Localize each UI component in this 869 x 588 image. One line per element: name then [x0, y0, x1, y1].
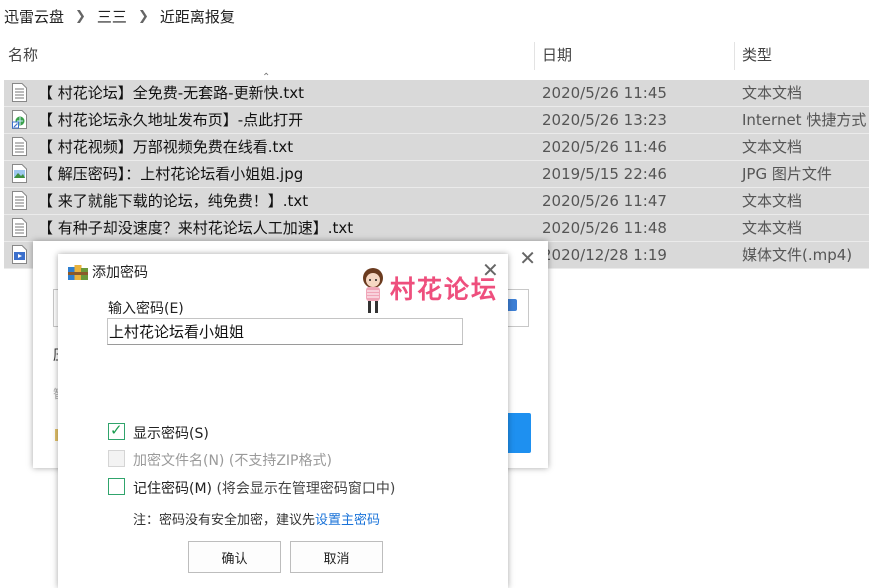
encrypt-filenames-label: 加密文件名(N) (不支持ZIP格式) — [133, 450, 332, 470]
remember-password-label[interactable]: 记住密码(M) (将会显示在管理密码窗口中) — [133, 478, 395, 498]
encrypt-filenames-text: 加密文件名(N) — [133, 453, 225, 469]
file-name: 【 解压密码】：上村花论坛看小姐姐.jpg — [38, 165, 304, 183]
file-type: Internet 快捷方式 — [742, 111, 867, 129]
security-note-text: 注：密码没有安全加密，建议先 — [133, 513, 316, 528]
chevron-right-icon: ❯ — [75, 8, 86, 24]
password-label: 输入密码(E) — [108, 301, 184, 317]
cancel-button[interactable]: 取消 — [290, 541, 383, 573]
text-file-icon — [12, 137, 27, 156]
text-file-icon — [12, 191, 27, 210]
show-password-checkbox[interactable]: ✓ — [108, 421, 125, 440]
file-date: 2020/5/26 13:23 — [542, 111, 667, 129]
set-master-password-link[interactable]: 设置主密码 — [315, 513, 380, 528]
column-divider[interactable] — [534, 42, 535, 70]
watermark-logo: 村花论坛 — [358, 266, 518, 322]
file-type: 文本文档 — [742, 192, 803, 210]
column-header: 名称 ⌃ 日期 类型 — [0, 38, 869, 83]
file-date: 2020/5/26 11:45 — [542, 84, 667, 102]
file-name: 【 村花论坛】全免费-无套路-更新快.txt — [38, 84, 305, 102]
breadcrumb-item-current[interactable]: 近距离报复 — [158, 6, 237, 27]
file-name: 【 村花论坛永久地址发布页】-点此打开 — [38, 111, 304, 129]
column-divider[interactable] — [734, 42, 735, 70]
dialog-title: 添加密码 — [92, 265, 148, 281]
file-date: 2020/5/26 11:48 — [542, 219, 667, 237]
file-type: 文本文档 — [742, 138, 803, 156]
file-type: 媒体文件(.mp4) — [742, 246, 853, 264]
file-date: 2019/5/15 22:46 — [542, 165, 667, 183]
file-name: 【 有种子却没速度？来村花论坛人工加速】.txt — [38, 219, 354, 237]
encrypt-filenames-checkbox — [108, 450, 125, 467]
show-password-label[interactable]: 显示密码(S) — [133, 423, 209, 443]
breadcrumb-item-folder[interactable]: 三三 — [95, 6, 129, 27]
file-row[interactable]: 【 解压密码】：上村花论坛看小姐姐.jpg 2019/5/15 22:46 JP… — [4, 161, 869, 188]
file-row[interactable]: 【 村花论坛】全免费-无套路-更新快.txt 2020/5/26 11:45 文… — [4, 80, 869, 107]
remember-password-checkbox[interactable] — [108, 478, 125, 495]
file-type: 文本文档 — [742, 84, 803, 102]
breadcrumb-item-cloud[interactable]: 迅雷云盘 — [2, 6, 66, 27]
security-note: 注：密码没有安全加密，建议先设置主密码 — [133, 509, 380, 528]
image-file-icon — [12, 164, 27, 183]
file-type: 文本文档 — [742, 219, 803, 237]
file-type: JPG 图片文件 — [742, 165, 832, 183]
password-input[interactable] — [107, 318, 463, 345]
file-row[interactable]: 【 有种子却没速度？来村花论坛人工加速】.txt 2020/5/26 11:48… — [4, 215, 869, 242]
video-file-icon — [12, 245, 27, 264]
file-row[interactable]: 【 村花视频】万部视频免费在线看.txt 2020/5/26 11:46 文本文… — [4, 134, 869, 161]
file-row[interactable]: 【 村花论坛永久地址发布页】-点此打开 2020/5/26 13:23 Inte… — [4, 107, 869, 134]
remember-password-note: (将会显示在管理密码窗口中) — [216, 481, 396, 497]
remember-password-text: 记住密码(M) — [133, 481, 213, 497]
text-file-icon — [12, 218, 27, 237]
file-row[interactable]: 【 来了就能下载的论坛，纯免费！】.txt 2020/5/26 11:47 文本… — [4, 188, 869, 215]
encrypt-filenames-note: (不支持ZIP格式) — [228, 453, 332, 469]
file-date: 2020/12/28 1:19 — [542, 246, 667, 264]
file-date: 2020/5/26 11:47 — [542, 192, 667, 210]
file-name: 【 来了就能下载的论坛，纯免费！】.txt — [38, 192, 309, 210]
column-header-type[interactable]: 类型 — [742, 38, 772, 72]
column-header-date[interactable]: 日期 — [542, 38, 572, 72]
chevron-right-icon: ❯ — [137, 8, 149, 24]
archive-app-icon — [68, 265, 88, 280]
girl-mascot-icon — [363, 268, 383, 313]
add-password-dialog: 添加密码 ✕ 村花论坛 输入密码(E) ✓ 显示密码(S) 加密文件名(N) (… — [58, 254, 508, 588]
internet-shortcut-icon — [12, 110, 27, 129]
watermark-logo-text: 村花论坛 — [390, 275, 499, 304]
file-date: 2020/5/26 11:46 — [542, 138, 667, 156]
text-file-icon — [12, 83, 27, 102]
checkmark-icon: ✓ — [110, 421, 123, 439]
column-header-name[interactable]: 名称 — [8, 38, 38, 72]
breadcrumb: 迅雷云盘 ❯ 三三 ❯ 近距离报复 — [0, 0, 869, 32]
confirm-button[interactable]: 确认 — [188, 541, 281, 573]
close-icon[interactable]: ✕ — [519, 246, 536, 270]
file-name: 【 村花视频】万部视频免费在线看.txt — [38, 138, 294, 156]
